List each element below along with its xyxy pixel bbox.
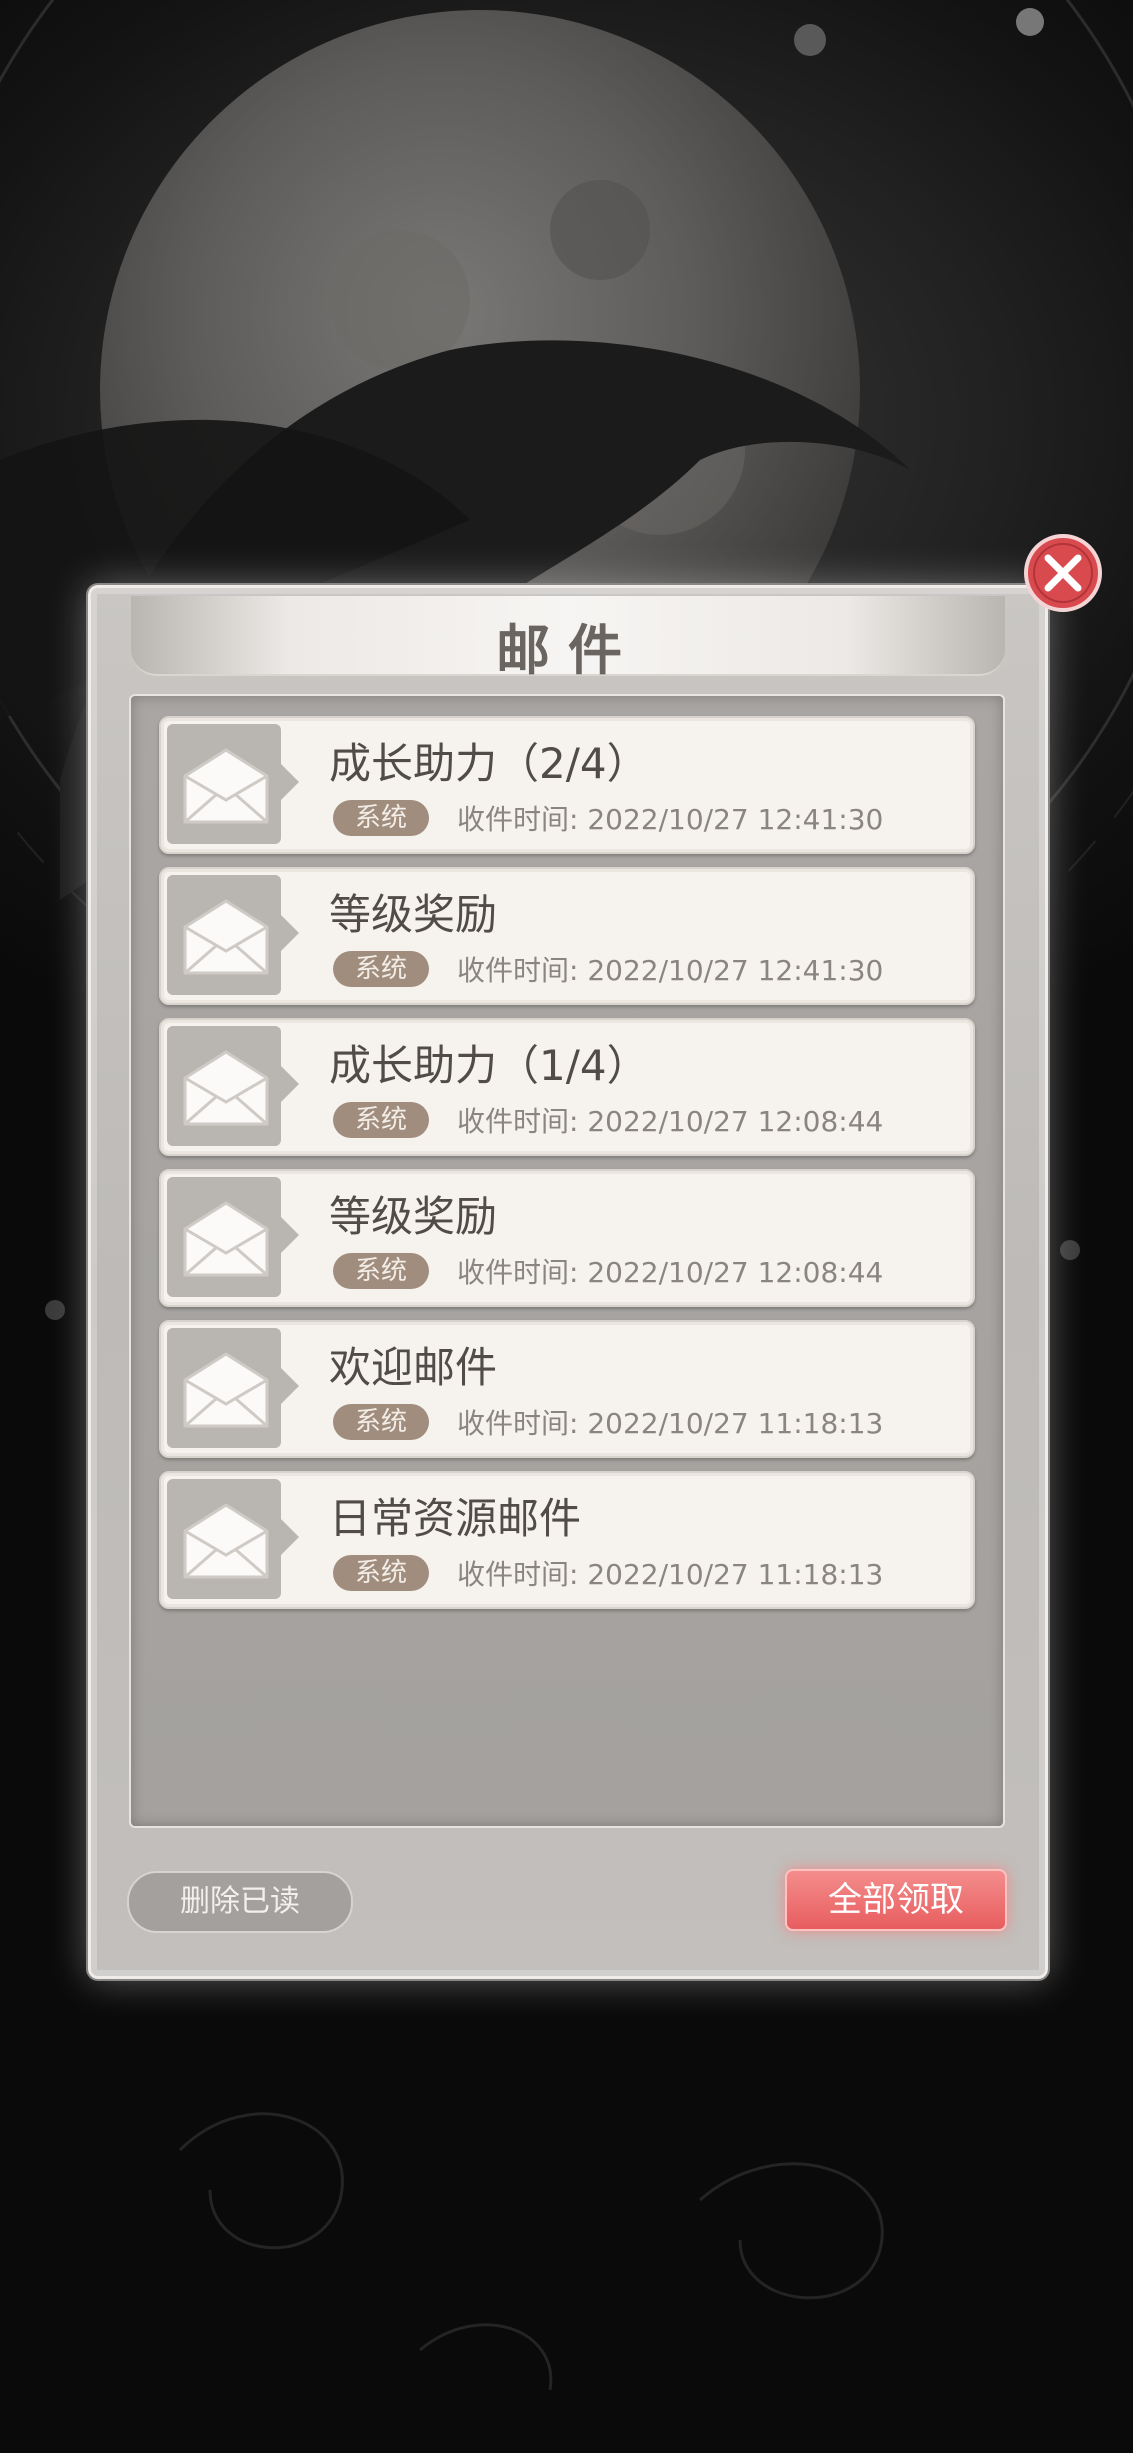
mail-tag: 系统 [333,951,429,987]
mail-item[interactable]: 等级奖励 系统 收件时间: 2022/10/27 12:08:44 [159,1169,975,1307]
mail-item[interactable]: 欢迎邮件 系统 收件时间: 2022/10/27 11:18:13 [159,1320,975,1458]
envelope-icon [183,1201,269,1277]
mail-tag: 系统 [333,1555,429,1591]
title-bar: 邮件 [131,596,1005,682]
mail-tag: 系统 [333,1253,429,1289]
mail-item[interactable]: 成长助力（2/4） 系统 收件时间: 2022/10/27 12:41:30 [159,716,975,854]
envelope-icon [183,748,269,824]
mail-time: 收件时间: 2022/10/27 12:41:30 [457,803,884,836]
envelope-tab [167,875,299,995]
mail-list[interactable]: 成长助力（2/4） 系统 收件时间: 2022/10/27 12:41:30 等… [129,694,1005,1828]
mail-time: 收件时间: 2022/10/27 12:41:30 [457,954,884,987]
envelope-tab [167,1177,299,1297]
panel-title: 邮件 [496,618,640,682]
mail-panel: 邮件 成长助力（2/4） 系统 收件时间: 2022/10/27 12:41:3… [88,585,1048,1979]
mail-title: 成长助力（2/4） [329,739,649,788]
envelope-tab [167,1479,299,1599]
mail-title: 欢迎邮件 [329,1343,498,1392]
envelope-tab [167,1026,299,1146]
mail-item[interactable]: 等级奖励 系统 收件时间: 2022/10/27 12:41:30 [159,867,975,1005]
mail-title: 等级奖励 [329,890,498,939]
envelope-icon [183,1050,269,1126]
mail-tag: 系统 [333,1102,429,1138]
mail-time: 收件时间: 2022/10/27 12:08:44 [457,1256,884,1289]
mail-time: 收件时间: 2022/10/27 12:08:44 [457,1105,884,1138]
mail-time: 收件时间: 2022/10/27 11:18:13 [457,1558,884,1591]
mail-item[interactable]: 成长助力（1/4） 系统 收件时间: 2022/10/27 12:08:44 [159,1018,975,1156]
envelope-tab [167,724,299,844]
mail-tag: 系统 [333,800,429,836]
envelope-icon [183,899,269,975]
game-screen: 邮件 成长助力（2/4） 系统 收件时间: 2022/10/27 12:41:3… [0,0,1133,2453]
claim-all-button[interactable]: 全部领取 [785,1869,1007,1931]
delete-read-button[interactable]: 删除已读 [127,1871,353,1933]
envelope-tab [167,1328,299,1448]
mail-item[interactable]: 日常资源邮件 系统 收件时间: 2022/10/27 11:18:13 [159,1471,975,1609]
mail-title: 日常资源邮件 [329,1494,582,1543]
mail-tag: 系统 [333,1404,429,1440]
envelope-icon [183,1352,269,1428]
envelope-icon [183,1503,269,1579]
mail-time: 收件时间: 2022/10/27 11:18:13 [457,1407,884,1440]
close-icon[interactable] [1022,532,1104,614]
mail-title: 成长助力（1/4） [329,1041,649,1090]
mail-title: 等级奖励 [329,1192,498,1241]
